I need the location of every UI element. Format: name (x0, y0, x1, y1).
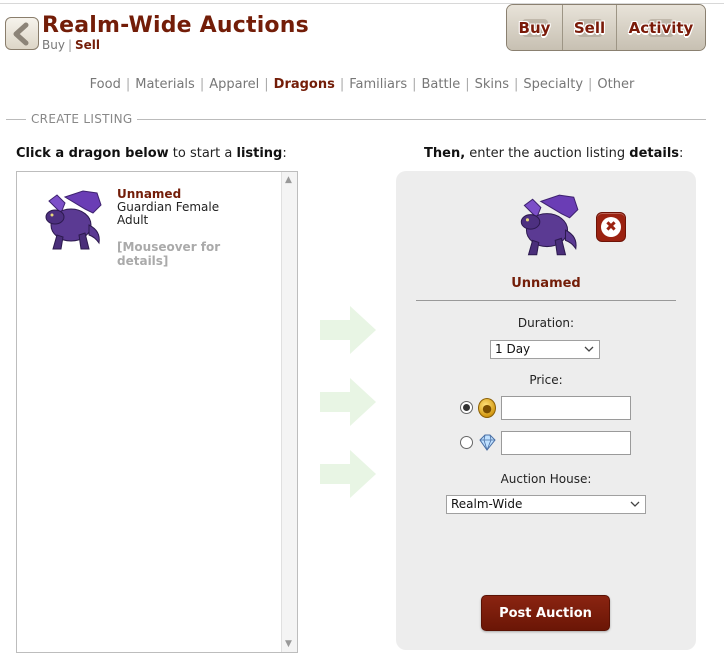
buy-button-label: Buy (518, 18, 551, 37)
listing-details-panel: ✖ Unnamed Duration: 1 Day Price: ● Aucti… (396, 171, 696, 650)
left-instructions: Click a dragon below to start a listing: (16, 146, 287, 161)
dragon-name: Unnamed (117, 187, 182, 201)
category-dragons[interactable]: Dragons (274, 77, 335, 92)
nav-separator: | (67, 38, 72, 52)
arrow-right-icon (320, 306, 376, 354)
chevron-down-icon (630, 501, 640, 507)
instr-left-bold-1: Click a dragon below (16, 146, 169, 161)
section-rule (137, 119, 706, 120)
dragon-age: Adult (117, 213, 149, 227)
list-item[interactable]: Unnamed Guardian Female Adult [Mouseover… (35, 187, 275, 268)
duration-select[interactable]: 1 Day (490, 340, 600, 359)
dragon-details-hint: [Mouseover for details] (117, 240, 221, 268)
selected-dragon-name: Unnamed (511, 276, 581, 291)
chevron-left-icon (13, 22, 29, 45)
category-materials[interactable]: Materials (135, 77, 195, 92)
treasure-coin-icon: ● (478, 398, 496, 418)
treasure-radio[interactable] (460, 401, 473, 414)
dragon-breed: Guardian Female (117, 200, 220, 214)
buy-sell-nav: Buy | Sell (42, 38, 100, 52)
section-rule (6, 119, 26, 120)
category-battle[interactable]: Battle (422, 77, 461, 92)
gems-radio[interactable] (460, 436, 473, 449)
selected-dragon-image (520, 194, 579, 256)
category-familiars[interactable]: Familiars (349, 77, 407, 92)
sell-button-label: Sell (573, 18, 606, 37)
instr-right-text: enter the auction listing (465, 146, 630, 161)
gems-price-input[interactable] (501, 431, 631, 455)
remove-dragon-button[interactable]: ✖ (596, 212, 626, 242)
buy-link[interactable]: Buy (42, 38, 65, 52)
dragon-thumbnail (45, 190, 102, 250)
auction-house-select[interactable]: Realm-Wide (446, 495, 646, 514)
category-separator: | (514, 77, 519, 92)
activity-button[interactable]: Activity (617, 5, 705, 50)
instr-left-text: to start a (168, 146, 237, 161)
list-scrollbar[interactable]: ▲ ▼ (281, 172, 297, 652)
treasure-price-input[interactable] (501, 396, 631, 420)
auction-house-label: Auction House: (500, 472, 592, 486)
dragon-list[interactable]: Unnamed Guardian Female Adult [Mouseover… (16, 171, 298, 653)
instr-right-bold-1: Then, (424, 146, 466, 161)
back-button[interactable] (5, 17, 39, 50)
activity-button-label: Activity (628, 18, 694, 37)
category-separator: | (339, 77, 345, 92)
section-header: CREATE LISTING (6, 112, 706, 126)
instr-right-bold-2: details (629, 146, 680, 161)
category-separator: | (465, 77, 470, 92)
buy-button[interactable]: Buy (507, 5, 563, 50)
category-separator: | (125, 77, 131, 92)
divider (416, 300, 676, 301)
page-title: Realm-Wide Auctions (42, 13, 309, 38)
sell-button[interactable]: Sell (563, 5, 617, 50)
instr-left-end: : (282, 146, 287, 161)
auction-house-value: Realm-Wide (451, 497, 523, 511)
top-action-buttons: Buy Sell Activity (506, 4, 706, 51)
scroll-up-icon[interactable]: ▲ (285, 175, 292, 185)
chevron-down-icon (584, 346, 594, 352)
category-specialty[interactable]: Specialty (523, 77, 583, 92)
right-instructions: Then, enter the auction listing details: (424, 146, 683, 161)
duration-value: 1 Day (495, 342, 531, 356)
instr-left-bold-2: listing (236, 146, 283, 161)
category-separator: | (412, 77, 417, 92)
gem-icon (479, 434, 496, 451)
duration-label: Duration: (517, 316, 575, 330)
sell-link[interactable]: Sell (75, 38, 100, 52)
category-food[interactable]: Food (90, 77, 121, 92)
category-separator: | (199, 77, 205, 92)
instr-right-end: : (679, 146, 684, 161)
arrow-right-icon (320, 450, 376, 498)
price-label: Price: (529, 373, 563, 387)
category-skins[interactable]: Skins (475, 77, 509, 92)
category-other[interactable]: Other (597, 77, 634, 92)
category-apparel[interactable]: Apparel (209, 77, 259, 92)
section-label: CREATE LISTING (31, 112, 133, 126)
category-separator: | (588, 77, 593, 92)
scroll-down-icon[interactable]: ▼ (285, 639, 292, 649)
category-separator: | (264, 77, 269, 92)
arrow-right-icon (320, 378, 376, 426)
post-auction-button[interactable]: Post Auction (481, 595, 610, 631)
category-nav: Food | Materials | Apparel | Dragons | Familiars… (0, 77, 724, 92)
close-icon: ✖ (601, 217, 621, 237)
